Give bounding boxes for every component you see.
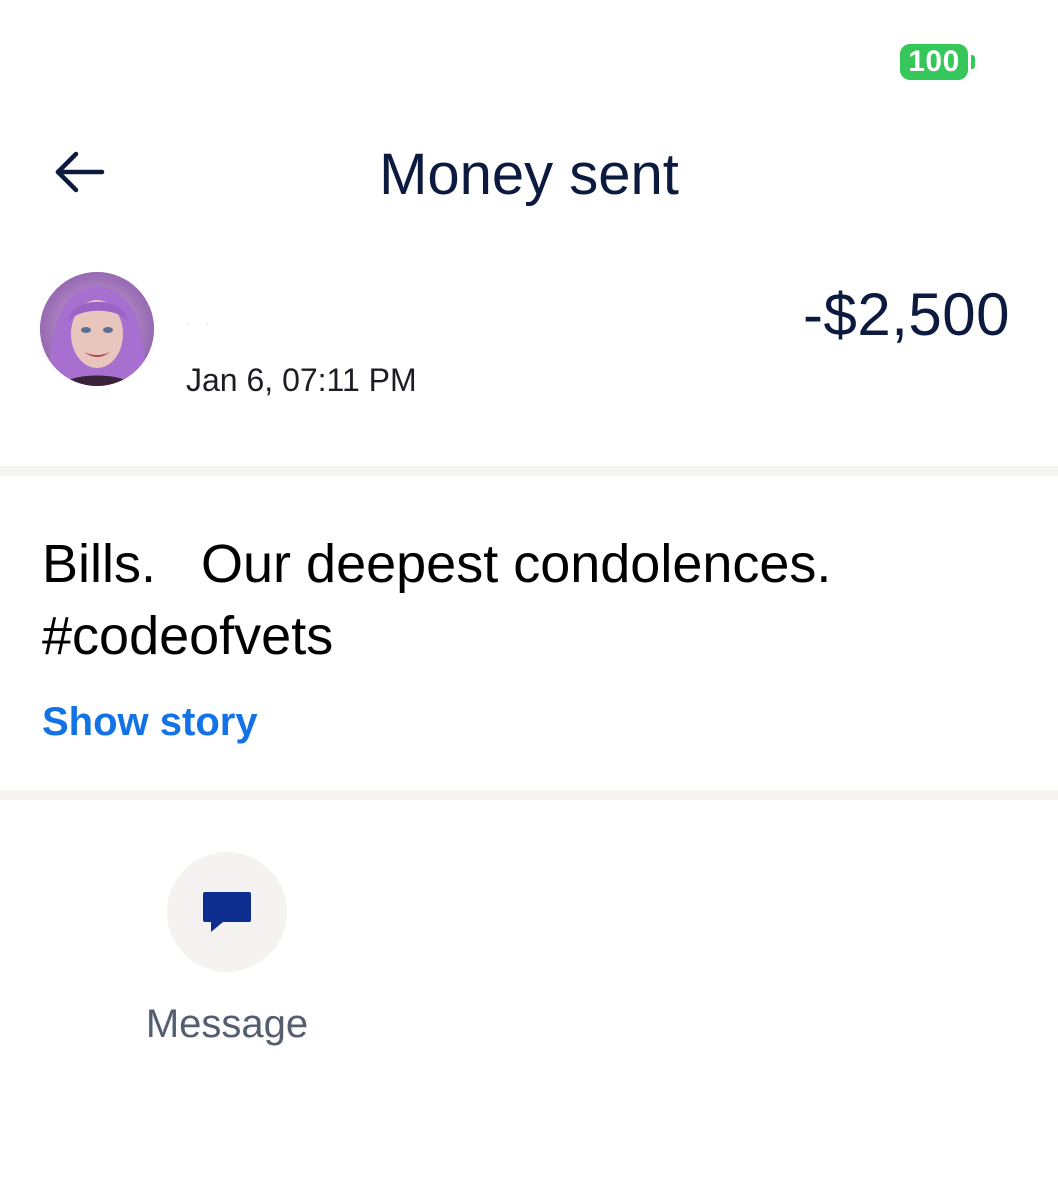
note-section: Bills. Our deepest condolences. #codeofv… [0, 478, 1058, 790]
show-story-link[interactable]: Show story [42, 700, 258, 745]
transaction-amount: -$2,500 [803, 281, 1010, 348]
transaction-date: Jan 6, 07:11 PM [186, 362, 417, 398]
avatar-photo [40, 272, 154, 386]
recipient-name: · · [186, 316, 216, 330]
transaction-summary: · · Jan 6, 07:11 PM -$2,500 [0, 260, 1058, 460]
section-divider [0, 466, 1058, 476]
header: Money sent [0, 120, 1058, 230]
battery-tip [971, 55, 975, 69]
status-bar: 100 [0, 0, 1058, 110]
battery-indicator: 100 [900, 44, 968, 80]
chat-bubble-icon [203, 892, 251, 932]
section-divider [0, 790, 1058, 800]
avatar [40, 272, 154, 386]
page-title: Money sent [379, 142, 679, 207]
message-label[interactable]: Message [120, 1002, 334, 1047]
payment-note: Bills. Our deepest condolences. #codeofv… [42, 534, 832, 666]
actions-section: Message [0, 802, 1058, 1182]
message-button[interactable] [167, 852, 287, 972]
